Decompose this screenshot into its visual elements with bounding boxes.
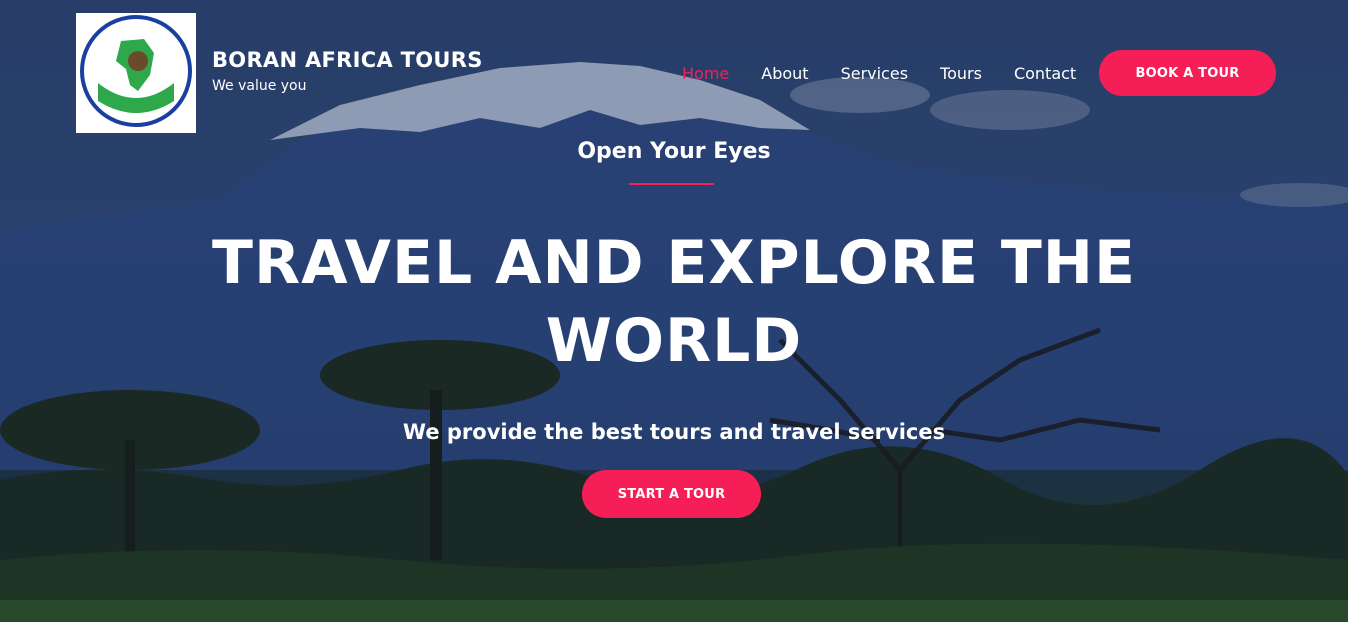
hero-headline-line1: TRAVEL AND EXPLORE THE <box>212 228 1136 298</box>
hero-eyebrow: Open Your Eyes <box>577 139 771 164</box>
brand-logo[interactable] <box>76 13 196 133</box>
nav-item-tours[interactable]: Tours <box>940 64 982 83</box>
start-tour-button[interactable]: START A TOUR <box>582 470 761 518</box>
hero-headline-line2: WORLD <box>545 306 803 376</box>
main-nav: Home About Services Tours Contact <box>682 64 1076 83</box>
nav-item-about[interactable]: About <box>761 64 808 83</box>
logo-emblem-icon <box>80 15 192 127</box>
hero-subline: We provide the best tours and travel ser… <box>402 420 946 444</box>
hero-divider <box>629 183 714 185</box>
book-tour-button[interactable]: BOOK A TOUR <box>1099 50 1276 96</box>
brand-tagline: We value you <box>212 78 307 94</box>
brand-name[interactable]: BORAN AFRICA TOURS <box>212 48 483 72</box>
nav-item-services[interactable]: Services <box>841 64 908 83</box>
nav-item-home[interactable]: Home <box>682 64 729 83</box>
hero-headline: TRAVEL AND EXPLORE THE WORLD <box>174 224 1174 380</box>
nav-item-contact[interactable]: Contact <box>1014 64 1076 83</box>
